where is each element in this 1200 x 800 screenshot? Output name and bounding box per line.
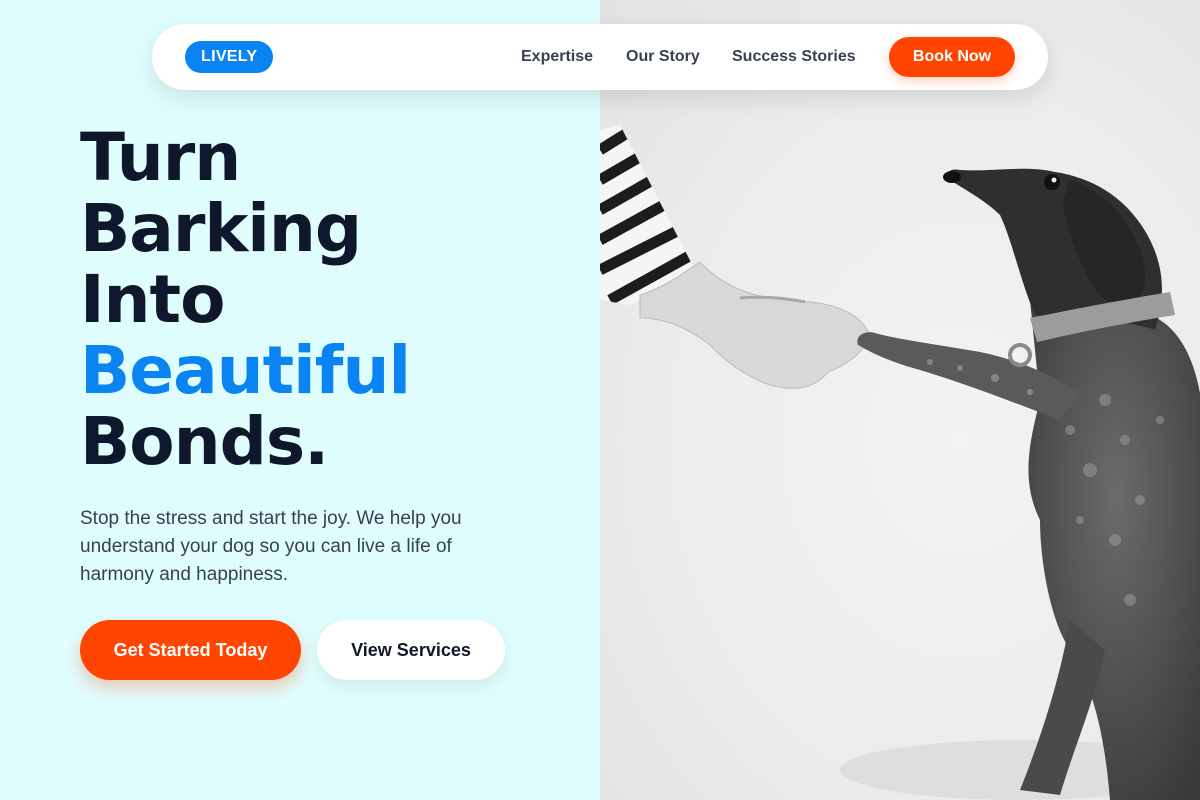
nav-link-success-stories[interactable]: Success Stories (732, 46, 856, 68)
nav-link-expertise[interactable]: Expertise (521, 46, 593, 68)
hero-title-line: Barking (80, 190, 362, 267)
hero-title-line: Into (80, 261, 225, 338)
hero-subtitle: Stop the stress and start the joy. We he… (80, 508, 462, 585)
top-navbar: LIVELY Expertise Our Story Success Stori… (152, 24, 1048, 90)
nav-link-our-story[interactable]: Our Story (626, 46, 700, 68)
hero-title: Turn Barking Into Beautiful Bonds. (80, 122, 600, 477)
hero-title-line: Bonds. (80, 403, 329, 480)
book-now-button[interactable]: Book Now (889, 37, 1015, 77)
view-services-button[interactable]: View Services (317, 620, 505, 680)
hero-title-accent: Beautiful (80, 332, 411, 409)
get-started-button[interactable]: Get Started Today (80, 620, 301, 680)
dog-paw-handshake-photo (600, 125, 1200, 800)
hero-title-line: Turn (80, 119, 241, 196)
hero-photo (600, 0, 1200, 800)
brand-logo[interactable]: LIVELY (185, 41, 274, 73)
